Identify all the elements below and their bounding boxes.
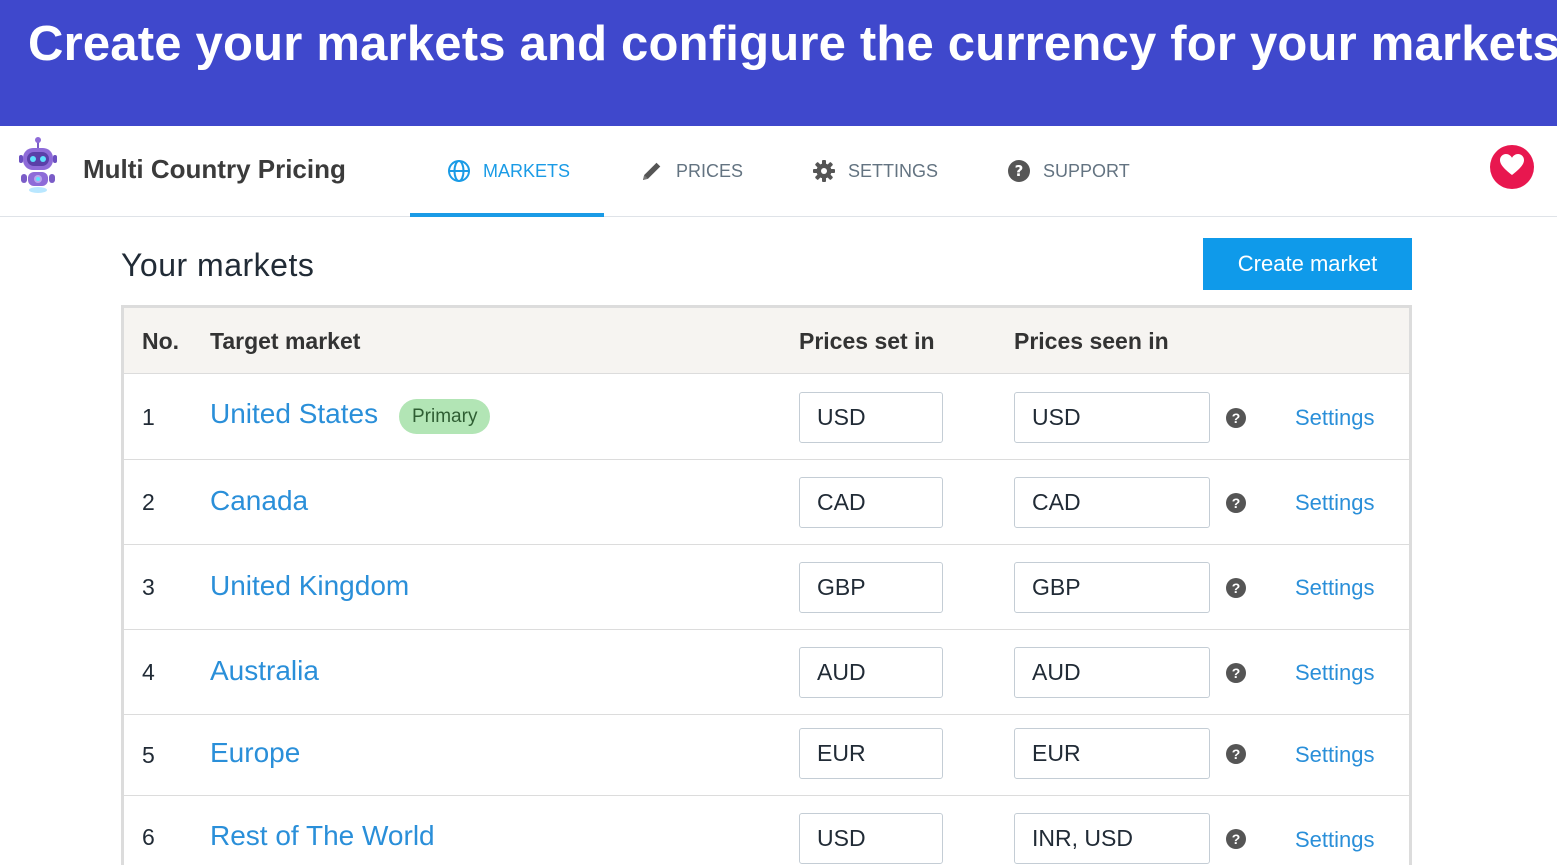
prices-seen-in-field[interactable]: INR, USD — [1014, 813, 1210, 864]
instruction-banner: Create your markets and configure the cu… — [0, 0, 1557, 126]
market-settings-link[interactable]: Settings — [1295, 575, 1375, 601]
market-link[interactable]: Australia — [210, 655, 319, 687]
header-target-market: Target market — [210, 328, 361, 354]
tab-settings[interactable]: SETTINGS — [811, 126, 938, 216]
markets-table: No. Target market Prices set in Prices s… — [121, 305, 1412, 865]
prices-seen-in-field[interactable]: USD — [1014, 392, 1210, 443]
prices-seen-in-field[interactable]: EUR — [1014, 728, 1210, 779]
row-number: 6 — [142, 824, 155, 850]
prices-set-in-field[interactable]: GBP — [799, 562, 943, 613]
help-icon[interactable]: ? — [1226, 493, 1246, 513]
row-number: 5 — [142, 742, 155, 768]
market-link[interactable]: Rest of The World — [210, 820, 435, 852]
page-title: Your markets — [121, 247, 315, 283]
tab-prices-label: PRICES — [676, 160, 744, 181]
row-number: 1 — [142, 404, 155, 430]
banner-text: Create your markets and configure the cu… — [28, 17, 1557, 71]
table-row: 2 Canada CAD CAD ? Settings — [124, 460, 1409, 545]
market-settings-link[interactable]: Settings — [1295, 660, 1375, 686]
robot-logo-icon — [16, 136, 60, 196]
row-number: 2 — [142, 489, 155, 515]
market-link[interactable]: United States — [210, 398, 378, 430]
help-icon[interactable]: ? — [1226, 578, 1246, 598]
header-prices-set-in: Prices set in — [799, 328, 935, 354]
primary-badge: Primary — [399, 399, 491, 434]
svg-text:?: ? — [1015, 162, 1024, 180]
market-settings-link[interactable]: Settings — [1295, 405, 1375, 431]
table-row: 1 United States Primary USD USD ? Settin… — [124, 375, 1409, 460]
prices-set-in-field[interactable]: USD — [799, 392, 943, 443]
globe-icon — [446, 158, 472, 184]
prices-set-in-field[interactable]: AUD — [799, 647, 943, 698]
prices-seen-in-field[interactable]: AUD — [1014, 647, 1210, 698]
row-number: 4 — [142, 659, 155, 685]
table-row: 3 United Kingdom GBP GBP ? Settings — [124, 545, 1409, 630]
app-header: Multi Country Pricing MARKETS PRICES SET… — [0, 126, 1557, 217]
tab-support[interactable]: ? SUPPORT — [1006, 126, 1130, 216]
heart-icon — [1499, 153, 1525, 182]
market-settings-link[interactable]: Settings — [1295, 490, 1375, 516]
market-link[interactable]: United Kingdom — [210, 570, 409, 602]
prices-seen-in-field[interactable]: CAD — [1014, 477, 1210, 528]
market-link[interactable]: Canada — [210, 485, 308, 517]
table-header: No. Target market Prices set in Prices s… — [124, 308, 1409, 374]
prices-set-in-field[interactable]: USD — [799, 813, 943, 864]
pencil-icon — [639, 158, 665, 184]
table-row: 5 Europe EUR EUR ? Settings — [124, 715, 1409, 796]
help-icon[interactable]: ? — [1226, 829, 1246, 849]
prices-set-in-field[interactable]: EUR — [799, 728, 943, 779]
tab-settings-label: SETTINGS — [848, 160, 939, 181]
prices-set-in-field[interactable]: CAD — [799, 477, 943, 528]
header-no: No. — [142, 328, 180, 354]
active-tab-indicator — [410, 213, 604, 217]
favorite-button[interactable] — [1490, 145, 1534, 189]
market-link[interactable]: Europe — [210, 737, 300, 769]
question-circle-icon: ? — [1006, 158, 1032, 184]
create-market-button[interactable]: Create market — [1203, 238, 1412, 290]
header-prices-seen-in: Prices seen in — [1014, 328, 1169, 354]
tab-markets-label: MARKETS — [483, 160, 571, 181]
row-number: 3 — [142, 574, 155, 600]
app-title: Multi Country Pricing — [83, 154, 346, 184]
tab-prices[interactable]: PRICES — [639, 126, 743, 216]
help-icon[interactable]: ? — [1226, 408, 1246, 428]
table-row: 4 Australia AUD AUD ? Settings — [124, 630, 1409, 715]
table-row: 6 Rest of The World USD INR, USD ? Setti… — [124, 796, 1409, 865]
prices-seen-in-field[interactable]: GBP — [1014, 562, 1210, 613]
tab-support-label: SUPPORT — [1043, 160, 1130, 181]
help-icon[interactable]: ? — [1226, 744, 1246, 764]
tab-markets[interactable]: MARKETS — [446, 126, 570, 216]
market-settings-link[interactable]: Settings — [1295, 827, 1375, 853]
gear-icon — [811, 158, 837, 184]
help-icon[interactable]: ? — [1226, 663, 1246, 683]
market-settings-link[interactable]: Settings — [1295, 742, 1375, 768]
